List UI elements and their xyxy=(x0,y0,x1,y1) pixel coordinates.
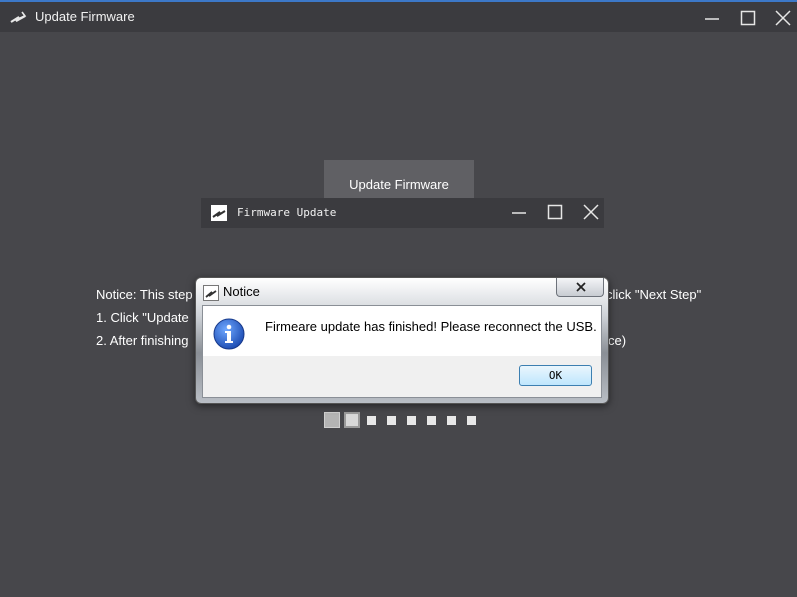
minimize-icon xyxy=(512,212,526,214)
instruction-step-2: 2. After finishing xyxy=(96,333,189,348)
instruction-step-1: 1. Click "Update xyxy=(96,310,189,325)
step-dot xyxy=(467,416,476,425)
step-dot xyxy=(367,416,376,425)
step-dot xyxy=(324,412,340,428)
minimize-icon xyxy=(705,18,719,20)
step-dot-current xyxy=(344,412,360,428)
dialog-message: Firmeare update has finished! Please rec… xyxy=(265,319,597,334)
step-dot xyxy=(407,416,416,425)
app-logo-icon xyxy=(9,10,27,26)
notice-dialog: Notice Firmeare update has finished! Ple… xyxy=(195,277,609,404)
dialog-close-button[interactable] xyxy=(556,278,604,297)
maximize-icon xyxy=(547,204,563,220)
ok-button[interactable]: OK xyxy=(519,365,592,386)
window-title: Update Firmware xyxy=(35,9,135,24)
child-minimize-button[interactable] xyxy=(501,198,537,226)
firmware-update-window-titlebar[interactable]: Firmware Update xyxy=(201,198,604,228)
maximize-button[interactable] xyxy=(730,4,766,32)
app-logo-icon xyxy=(211,205,227,221)
child-maximize-button[interactable] xyxy=(537,198,573,226)
step-dot xyxy=(427,416,436,425)
title-bar[interactable]: Update Firmware xyxy=(0,2,797,32)
dialog-body: Firmeare update has finished! Please rec… xyxy=(202,305,602,398)
dialog-message-area: Firmeare update has finished! Please rec… xyxy=(203,306,601,356)
close-icon xyxy=(583,204,599,220)
step-dot xyxy=(447,416,456,425)
notice-text-tail: click "Next Step" xyxy=(606,287,702,302)
notice-text: Notice: This step xyxy=(96,287,193,302)
close-icon xyxy=(775,10,791,26)
close-button[interactable] xyxy=(765,4,797,32)
info-icon xyxy=(213,318,245,350)
close-icon xyxy=(576,282,586,292)
dialog-title: Notice xyxy=(223,284,260,299)
maximize-icon xyxy=(740,10,756,26)
step-dot xyxy=(387,416,396,425)
minimize-button[interactable] xyxy=(694,4,730,32)
app-logo-icon xyxy=(203,285,219,301)
child-close-button[interactable] xyxy=(573,198,609,226)
child-window-title: Firmware Update xyxy=(237,206,337,219)
instruction-step-2-tail: ce) xyxy=(608,333,627,348)
